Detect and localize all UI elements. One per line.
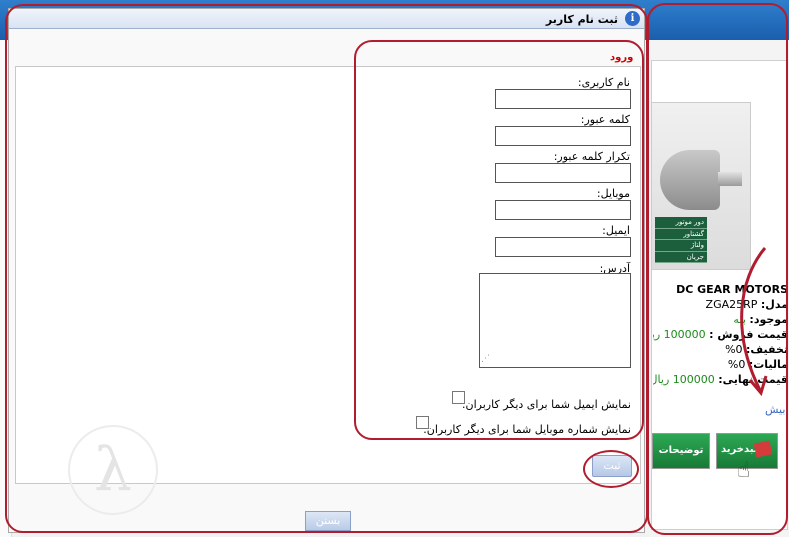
more-link[interactable]: بیش <box>765 403 785 416</box>
product-tax: مالیات: 0% <box>653 357 788 372</box>
model-value: ZGA25RP <box>705 298 758 311</box>
price-label: قیمت فروش : <box>709 328 788 341</box>
show-email-checkbox[interactable] <box>452 391 465 404</box>
dialog-title-bar[interactable]: ثبت نام کاربر i <box>9 9 644 29</box>
show-mobile-label: نمایش شماره موبایل شما برای دیگر کاربران… <box>423 423 631 436</box>
model-label: مدل: <box>760 298 788 311</box>
motor-shaft-graphic <box>718 172 742 186</box>
product-price: قیمت فروش : 100000 ریال <box>653 327 788 342</box>
address-field[interactable] <box>479 273 631 368</box>
spec-row: ولتاژ <box>655 240 707 252</box>
email-field[interactable] <box>495 237 631 257</box>
tax-value: 0% <box>727 358 746 371</box>
email-label: ایمیل: <box>602 224 630 237</box>
final-price-value: 100000 ریال <box>653 373 715 386</box>
spec-row: دور موتور <box>655 217 707 229</box>
close-button[interactable]: بستن <box>305 511 351 531</box>
confirm-password-label: تکرار کلمه عبور: <box>553 150 630 163</box>
product-title: DC GEAR MOTORS <box>676 283 788 296</box>
lambda-watermark-icon: λ <box>68 425 158 515</box>
username-label: نام کاربری: <box>577 76 630 89</box>
show-email-label: نمایش ایمیل شما برای دیگر کاربران: <box>461 398 631 411</box>
product-info: DC GEAR MOTORS مدل: ZGA25RP موجود: بله ق… <box>653 282 788 387</box>
price-value: 100000 ریال <box>653 328 706 341</box>
dialog-title: ثبت نام کاربر <box>545 13 618 26</box>
product-final-price: قیمت نهایی: 100000 ریال <box>653 372 788 387</box>
product-model: مدل: ZGA25RP <box>653 297 788 312</box>
product-stock: موجود: بله <box>653 312 788 327</box>
stock-label: موجود: <box>749 313 788 326</box>
final-price-label: قیمت نهایی: <box>718 373 788 386</box>
info-icon: i <box>625 11 640 26</box>
password-field[interactable] <box>495 126 631 146</box>
resize-grip-icon[interactable]: ⋰ <box>481 354 490 364</box>
confirm-password-field[interactable] <box>495 163 631 183</box>
hand-pointer-icon: ☝ <box>737 458 751 483</box>
tax-label: مالیات: <box>748 358 788 371</box>
submit-button[interactable]: ثبت <box>592 455 632 477</box>
username-field[interactable] <box>495 89 631 109</box>
motor-body-graphic <box>660 150 720 210</box>
form-heading: ورود <box>610 52 634 63</box>
discount-label: تخفیف: <box>746 343 788 356</box>
mobile-field[interactable] <box>495 200 631 220</box>
spec-row: گشتاور <box>655 229 707 240</box>
show-mobile-checkbox[interactable] <box>416 416 429 429</box>
spec-row: جریان <box>655 252 707 263</box>
discount-value: 0% <box>725 343 743 356</box>
shopping-cart-icon <box>753 440 773 458</box>
stock-value: بله <box>733 313 746 326</box>
product-details-button[interactable]: توضیحات <box>652 433 710 469</box>
password-label: کلمه عبور: <box>580 113 630 126</box>
mobile-label: موبایل: <box>596 187 630 200</box>
product-discount: تخفیف: 0% <box>653 342 788 357</box>
product-spec-table: دور موتور گشتاور ولتاژ جریان <box>655 217 707 263</box>
